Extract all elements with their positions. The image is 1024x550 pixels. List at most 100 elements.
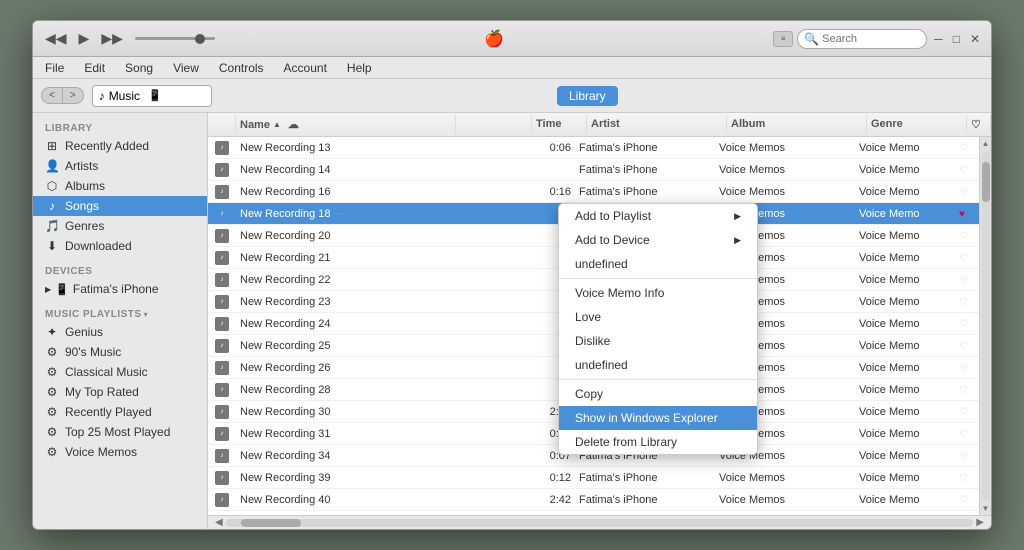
sidebar-item-iphone[interactable]: ▶ 📱 Fatima's iPhone xyxy=(33,279,207,299)
sidebar-item-downloaded[interactable]: ⬇ Downloaded xyxy=(33,236,207,256)
menu-song[interactable]: Song xyxy=(121,59,157,77)
my-top-rated-icon: ⚙ xyxy=(45,385,59,399)
col-album[interactable]: Album xyxy=(727,115,867,134)
volume-slider[interactable] xyxy=(135,37,215,40)
close-button[interactable]: ✕ xyxy=(967,32,983,46)
menu-account[interactable]: Account xyxy=(280,59,331,77)
menu-help[interactable]: Help xyxy=(343,59,376,77)
search-input[interactable] xyxy=(822,33,922,45)
col-artist[interactable]: Artist xyxy=(587,115,727,134)
row-heart[interactable]: ♡ xyxy=(955,450,979,462)
row-heart[interactable]: ♡ xyxy=(955,186,979,198)
row-album: Voice Memos xyxy=(715,164,855,176)
sidebar-item-recently-added[interactable]: ⊞ Recently Added xyxy=(33,136,207,156)
nav-arrows: < > xyxy=(41,87,84,104)
row-heart[interactable]: ♡ xyxy=(955,406,979,418)
forward-button[interactable]: > xyxy=(63,88,83,103)
sidebar-item-songs[interactable]: ♪ Songs xyxy=(33,196,207,216)
table-row[interactable]: ♪ New Recording 16 0:16 Fatima's iPhone … xyxy=(208,181,979,203)
row-album: Voice Memos xyxy=(715,142,855,154)
menu-view[interactable]: View xyxy=(169,59,203,77)
col-name[interactable]: Name ▲ ☁ xyxy=(236,115,456,134)
row-heart[interactable]: ♡ xyxy=(955,318,979,330)
col-genre[interactable]: Genre xyxy=(867,115,967,134)
row-heart[interactable]: ♡ xyxy=(955,164,979,176)
scroll-left-icon[interactable]: ◀ xyxy=(212,517,226,528)
sidebar: Library ⊞ Recently Added 👤 Artists ⬡ Alb… xyxy=(33,113,208,529)
row-time: 0:12 xyxy=(520,472,575,484)
row-genre: Voice Memo xyxy=(855,406,955,418)
scroll-up-icon[interactable]: ▲ xyxy=(980,137,991,150)
sidebar-item-my-top-rated[interactable]: ⚙ My Top Rated xyxy=(33,382,207,402)
recently-played-icon: ⚙ xyxy=(45,405,59,419)
sidebar-item-voice-memos[interactable]: ⚙ Voice Memos xyxy=(33,442,207,462)
row-heart[interactable]: ♡ xyxy=(955,142,979,154)
sidebar-item-recently-played[interactable]: ⚙ Recently Played xyxy=(33,402,207,422)
ctx-item-label: Love xyxy=(575,310,601,324)
scroll-down-icon[interactable]: ▼ xyxy=(980,502,991,515)
table-row[interactable]: ♪ New Recording 14 Fatima's iPhone Voice… xyxy=(208,159,979,181)
context-menu-item[interactable]: Voice Memo Info xyxy=(559,281,757,305)
maximize-button[interactable]: □ xyxy=(950,32,963,46)
row-heart[interactable]: ♡ xyxy=(955,274,979,286)
ctx-item-label: Voice Memo Info xyxy=(575,286,664,300)
row-heart[interactable]: ♡ xyxy=(955,362,979,374)
context-menu-item[interactable]: Show in Windows Explorer xyxy=(559,406,757,430)
record-icon: ♪ xyxy=(215,427,229,441)
sidebar-item-top25-most-played[interactable]: ⚙ Top 25 Most Played xyxy=(33,422,207,442)
row-heart[interactable]: ♡ xyxy=(955,472,979,484)
row-heart[interactable]: ♡ xyxy=(955,296,979,308)
sidebar-item-albums[interactable]: ⬡ Albums xyxy=(33,176,207,196)
context-menu-item[interactable]: Delete from Library xyxy=(559,430,757,454)
context-menu-item[interactable]: Love xyxy=(559,305,757,329)
sidebar-item-90s-music[interactable]: ⚙ 90's Music xyxy=(33,342,207,362)
row-name: New Recording 21 xyxy=(236,252,456,264)
90s-music-icon: ⚙ xyxy=(45,345,59,359)
prev-button[interactable]: ◀◀ xyxy=(41,28,71,49)
menu-controls[interactable]: Controls xyxy=(215,59,268,77)
minimize-button[interactable]: ─ xyxy=(931,32,946,46)
record-icon: ♪ xyxy=(215,185,229,199)
context-menu-item[interactable]: undefined xyxy=(559,252,757,276)
table-row[interactable]: ♪ New Recording 39 0:12 Fatima's iPhone … xyxy=(208,467,979,489)
menu-file[interactable]: File xyxy=(41,59,68,77)
classical-music-icon: ⚙ xyxy=(45,365,59,379)
context-menu-item[interactable]: undefined xyxy=(559,353,757,377)
table-row[interactable]: ♪ New Recording 40 2:42 Fatima's iPhone … xyxy=(208,489,979,511)
context-menu-item[interactable]: Add to Device▶ xyxy=(559,228,757,252)
list-view-button[interactable]: ≡ xyxy=(773,31,793,47)
col-time[interactable]: Time xyxy=(532,115,587,134)
record-icon: ♪ xyxy=(215,229,229,243)
scroll-right-icon[interactable]: ▶ xyxy=(973,517,987,528)
sidebar-item-genres[interactable]: 🎵 Genres xyxy=(33,216,207,236)
sidebar-item-classical-music[interactable]: ⚙ Classical Music xyxy=(33,362,207,382)
row-name: New Recording 25 xyxy=(236,340,456,352)
row-heart[interactable]: ♡ xyxy=(955,494,979,506)
next-button[interactable]: ▶▶ xyxy=(97,28,127,49)
context-menu: Add to Playlist▶Add to Device▶undefinedV… xyxy=(558,203,758,455)
row-icon: ♪ xyxy=(208,405,236,419)
row-heart[interactable]: ♥ xyxy=(955,208,979,220)
table-row[interactable]: ♪ New Recording 13 0:06 Fatima's iPhone … xyxy=(208,137,979,159)
row-heart[interactable]: ♡ xyxy=(955,384,979,396)
record-icon: ♪ xyxy=(215,163,229,177)
nav-bar: < > ♪ Music 📱 Library xyxy=(33,79,991,113)
back-button[interactable]: < xyxy=(42,88,63,103)
row-heart[interactable]: ♡ xyxy=(955,230,979,242)
vertical-scrollbar[interactable]: ▲ ▼ xyxy=(979,137,991,515)
record-icon: ♪ xyxy=(215,449,229,463)
context-menu-item[interactable]: Add to Playlist▶ xyxy=(559,204,757,228)
row-heart[interactable]: ♡ xyxy=(955,428,979,440)
expand-arrow-icon: ▶ xyxy=(45,285,51,294)
sidebar-item-artists[interactable]: 👤 Artists xyxy=(33,156,207,176)
play-button[interactable]: ▶ xyxy=(75,28,94,49)
row-icon: ♪ xyxy=(208,471,236,485)
horizontal-scrollbar[interactable]: ◀ ▶ xyxy=(208,515,991,529)
menu-edit[interactable]: Edit xyxy=(80,59,109,77)
library-tab[interactable]: Library xyxy=(557,86,618,106)
context-menu-item[interactable]: Dislike xyxy=(559,329,757,353)
row-heart[interactable]: ♡ xyxy=(955,252,979,264)
row-heart[interactable]: ♡ xyxy=(955,340,979,352)
sidebar-item-genius[interactable]: ✦ Genius xyxy=(33,322,207,342)
context-menu-item[interactable]: Copy xyxy=(559,382,757,406)
